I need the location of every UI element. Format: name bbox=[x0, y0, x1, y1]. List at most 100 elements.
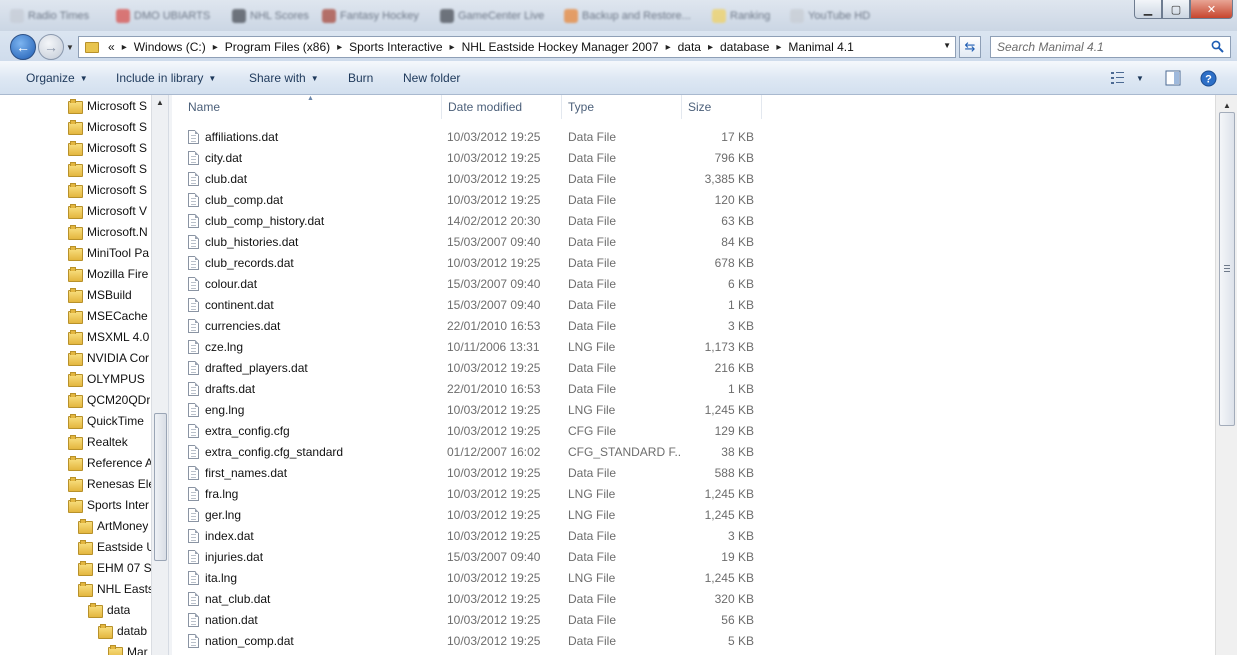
file-row[interactable]: ger.lng 10/03/2012 19:25 LNG File 1,245 KB bbox=[184, 504, 1204, 525]
breadcrumb-segment[interactable]: Manimal 4.1 bbox=[785, 40, 856, 54]
bookmark-item[interactable]: YouTube HD bbox=[790, 8, 870, 24]
file-row[interactable]: index.dat 10/03/2012 19:25 Data File 3 KB bbox=[184, 525, 1204, 546]
bookmark-item[interactable]: DMO UBIARTS bbox=[116, 8, 210, 24]
bookmark-item[interactable]: Fantasy Hockey bbox=[322, 8, 419, 24]
column-header-date[interactable]: Date modified bbox=[442, 95, 562, 119]
nav-folder-item[interactable]: Microsoft S bbox=[68, 95, 151, 116]
minimize-button[interactable]: ▁ bbox=[1134, 0, 1162, 19]
file-row[interactable]: currencies.dat 22/01/2010 16:53 Data File 3… bbox=[184, 315, 1204, 336]
scroll-up-icon[interactable]: ▲ bbox=[156, 98, 164, 107]
bookmark-item[interactable]: Radio Times bbox=[10, 8, 89, 24]
search-icon[interactable] bbox=[1211, 40, 1224, 53]
address-bar[interactable]: « ▸ Windows (C:) ▸ Program Files (x86) ▸ Spor… bbox=[78, 36, 956, 58]
nav-folder-item[interactable]: Mozilla Fire bbox=[68, 263, 151, 284]
nav-folder-item[interactable]: data bbox=[88, 599, 151, 620]
nav-folder-item[interactable]: NHL Easts bbox=[78, 578, 151, 599]
file-row[interactable]: colour.dat 15/03/2007 09:40 Data File 6 KB bbox=[184, 273, 1204, 294]
close-button[interactable]: ✕ bbox=[1190, 0, 1233, 19]
breadcrumb-separator-icon[interactable]: ▸ bbox=[446, 42, 459, 53]
file-row[interactable]: fra.lng 10/03/2012 19:25 LNG File 1,245 KB bbox=[184, 483, 1204, 504]
nav-folder-item[interactable]: Microsoft S bbox=[68, 137, 151, 158]
nav-folder-item[interactable]: Eastside U bbox=[78, 536, 151, 557]
bookmark-item[interactable]: NHL Scores bbox=[232, 8, 309, 24]
file-row[interactable]: cze.lng 10/11/2006 13:31 LNG File 1,173 KB bbox=[184, 336, 1204, 357]
back-button[interactable]: ← bbox=[10, 34, 36, 60]
new-folder-button[interactable]: New folder bbox=[403, 71, 460, 85]
file-row[interactable]: affiliations.dat 10/03/2012 19:25 Data Fil… bbox=[184, 126, 1204, 147]
nav-folder-item[interactable]: datab bbox=[98, 620, 151, 641]
nav-folder-item[interactable]: ArtMoney bbox=[78, 515, 151, 536]
breadcrumb-separator-icon[interactable]: ▸ bbox=[662, 42, 675, 53]
bookmark-item[interactable]: Ranking bbox=[712, 8, 770, 24]
nav-folder-item[interactable]: Realtek bbox=[68, 431, 151, 452]
column-header-size[interactable]: Size bbox=[682, 95, 762, 119]
file-row[interactable]: first_names.dat 10/03/2012 19:25 Data File… bbox=[184, 462, 1204, 483]
file-row[interactable]: extra_config.cfg_standard 01/12/2007 16:0… bbox=[184, 441, 1204, 462]
breadcrumb-separator-icon[interactable]: ▸ bbox=[772, 42, 785, 53]
breadcrumb-segment[interactable]: database bbox=[717, 40, 772, 54]
file-row[interactable]: nat_club.dat 10/03/2012 19:25 Data File 320… bbox=[184, 588, 1204, 609]
nav-folder-item[interactable]: MiniTool Pa bbox=[68, 242, 151, 263]
search-input[interactable]: Search Manimal 4.1 bbox=[990, 36, 1231, 58]
breadcrumb-segment[interactable]: data bbox=[675, 40, 704, 54]
file-list[interactable]: Name ▲ Date modified Type Size affiliati… bbox=[172, 95, 1215, 655]
share-with-button[interactable]: Share with ▼ bbox=[249, 71, 319, 85]
nav-folder-item[interactable]: MSECache bbox=[68, 305, 151, 326]
burn-button[interactable]: Burn bbox=[348, 71, 373, 85]
nav-folder-item[interactable]: Microsoft S bbox=[68, 116, 151, 137]
file-row[interactable]: drafted_players.dat 10/03/2012 19:25 Data … bbox=[184, 357, 1204, 378]
nav-folder-item[interactable]: OLYMPUS bbox=[68, 368, 151, 389]
forward-button[interactable]: → bbox=[38, 34, 64, 60]
navigation-scrollbar[interactable]: ▲ bbox=[151, 95, 168, 655]
nav-folder-item[interactable]: MSXML 4.0 bbox=[68, 326, 151, 347]
file-row[interactable]: city.dat 10/03/2012 19:25 Data File 796 KB bbox=[184, 147, 1204, 168]
file-list-scrollbar[interactable]: ▲ bbox=[1215, 95, 1237, 655]
help-icon[interactable]: ? bbox=[1200, 70, 1217, 87]
nav-folder-item[interactable]: Mar bbox=[108, 641, 151, 655]
nav-folder-item[interactable]: Microsoft.N bbox=[68, 221, 151, 242]
breadcrumb-segment[interactable]: Windows (C:) bbox=[131, 40, 209, 54]
file-row[interactable]: club_records.dat 10/03/2012 19:25 Data Fil… bbox=[184, 252, 1204, 273]
file-row[interactable]: nation_comp.dat 10/03/2012 19:25 Data File… bbox=[184, 630, 1204, 651]
address-overflow[interactable]: « bbox=[105, 40, 118, 54]
refresh-button[interactable]: ⇆ bbox=[959, 36, 981, 58]
nav-folder-item[interactable]: Microsoft V bbox=[68, 200, 151, 221]
organize-button[interactable]: Organize ▼ bbox=[26, 71, 88, 85]
file-row[interactable]: eng.lng 10/03/2012 19:25 LNG File 1,245 KB bbox=[184, 399, 1204, 420]
file-row[interactable]: club_comp_history.dat 14/02/2012 20:30 Dat… bbox=[184, 210, 1204, 231]
breadcrumb-separator-icon[interactable]: ▸ bbox=[118, 42, 131, 53]
include-in-library-button[interactable]: Include in library ▼ bbox=[116, 71, 216, 85]
file-row[interactable]: drafts.dat 22/01/2010 16:53 Data File 1 KB bbox=[184, 378, 1204, 399]
bookmark-item[interactable]: GameCenter Live bbox=[440, 8, 544, 24]
nav-folder-item[interactable]: QuickTime bbox=[68, 410, 151, 431]
nav-folder-item[interactable]: EHM 07 S bbox=[78, 557, 151, 578]
breadcrumb-separator-icon[interactable]: ▸ bbox=[333, 42, 346, 53]
nav-folder-item[interactable]: QCM20QDr bbox=[68, 389, 151, 410]
file-row[interactable]: club_histories.dat 15/03/2007 09:40 Data F… bbox=[184, 231, 1204, 252]
file-row[interactable]: ita.lng 10/03/2012 19:25 LNG File 1,245 KB bbox=[184, 567, 1204, 588]
file-row[interactable]: extra_config.cfg 10/03/2012 19:25 CFG File… bbox=[184, 420, 1204, 441]
nav-folder-item[interactable]: Renesas Ele bbox=[68, 473, 151, 494]
file-row[interactable]: nation.dat 10/03/2012 19:25 Data File 56 KB bbox=[184, 609, 1204, 630]
navigation-pane[interactable]: Microsoft S Microsoft S Microsoft S Microso… bbox=[0, 95, 168, 655]
file-row[interactable]: injuries.dat 15/03/2007 09:40 Data File 19 … bbox=[184, 546, 1204, 567]
breadcrumb-segment[interactable]: NHL Eastside Hockey Manager 2007 bbox=[459, 40, 662, 54]
breadcrumb-separator-icon[interactable]: ▸ bbox=[704, 42, 717, 53]
address-history-dropdown[interactable]: ▼ bbox=[943, 41, 951, 50]
column-header-type[interactable]: Type bbox=[562, 95, 682, 119]
file-row[interactable]: club.dat 10/03/2012 19:25 Data File 3,385 K… bbox=[184, 168, 1204, 189]
recent-pages-dropdown[interactable]: ▼ bbox=[66, 43, 74, 52]
nav-folder-item[interactable]: NVIDIA Cor bbox=[68, 347, 151, 368]
scroll-thumb[interactable] bbox=[154, 413, 167, 561]
breadcrumb-separator-icon[interactable]: ▸ bbox=[209, 42, 222, 53]
breadcrumb-segment[interactable]: Program Files (x86) bbox=[222, 40, 333, 54]
views-dropdown-icon[interactable]: ▼ bbox=[1136, 74, 1144, 83]
nav-folder-item[interactable]: Microsoft S bbox=[68, 158, 151, 179]
views-icon[interactable] bbox=[1110, 70, 1126, 86]
nav-folder-item[interactable]: Sports Inter bbox=[68, 494, 151, 515]
file-row[interactable]: club_comp.dat 10/03/2012 19:25 Data File 12… bbox=[184, 189, 1204, 210]
scroll-thumb[interactable] bbox=[1219, 112, 1235, 426]
nav-folder-item[interactable]: Reference A bbox=[68, 452, 151, 473]
nav-folder-item[interactable]: Microsoft S bbox=[68, 179, 151, 200]
file-row[interactable]: continent.dat 15/03/2007 09:40 Data File 1 … bbox=[184, 294, 1204, 315]
